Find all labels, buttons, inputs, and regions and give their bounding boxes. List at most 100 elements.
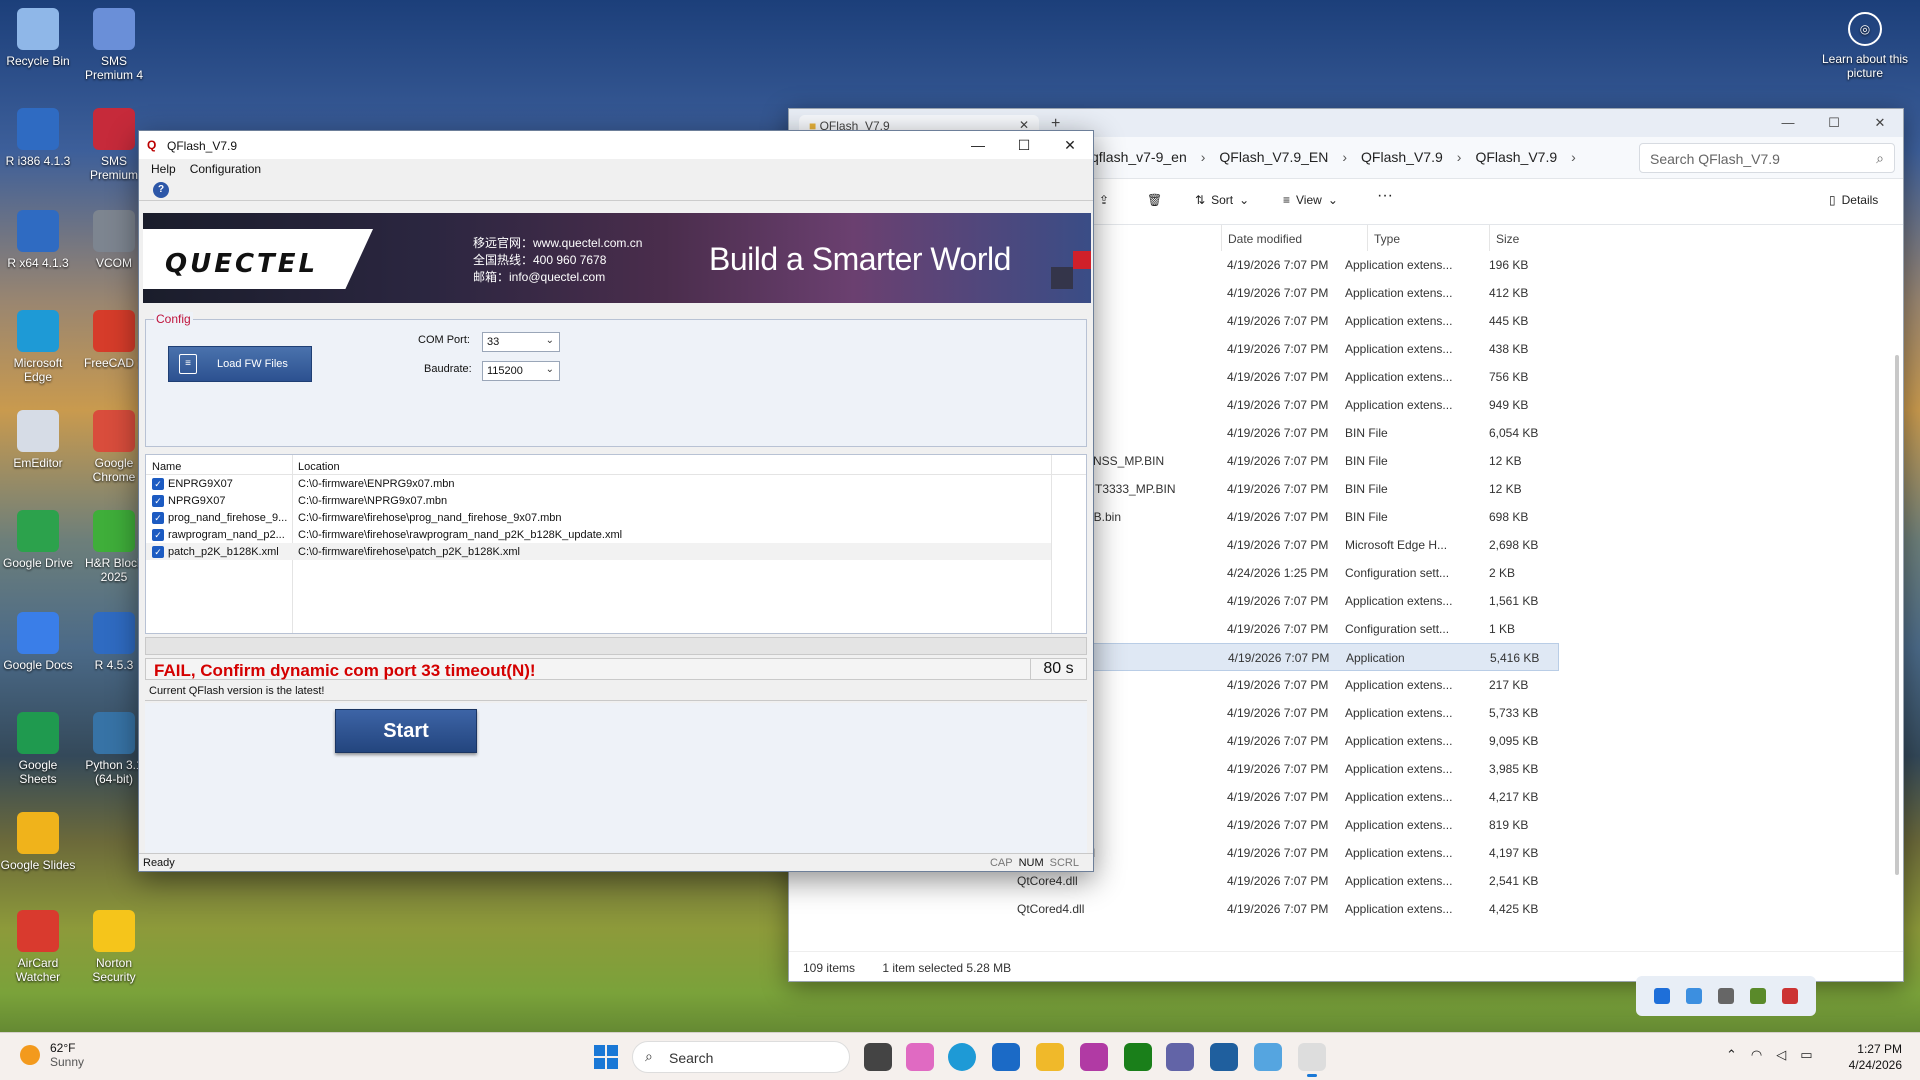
row-checkbox[interactable]: ✓: [152, 512, 164, 524]
xbox-icon[interactable]: [1124, 1043, 1152, 1071]
file-explorer-icon[interactable]: [1036, 1043, 1064, 1071]
copilot-icon[interactable]: [906, 1043, 934, 1071]
task-view-icon[interactable]: [864, 1043, 892, 1071]
load-fw-files-button[interactable]: ≡ Load FW Files: [168, 346, 312, 382]
breadcrumb-item[interactable]: qflash_v7-9_en: [1091, 149, 1187, 165]
close-button[interactable]: ✕: [1047, 131, 1093, 159]
table-row[interactable]: MT3333_MP.BIN 4/19/2026 7:07 PM BIN File 12…: [1085, 475, 1559, 503]
column-location[interactable]: Location: [298, 461, 340, 473]
table-row[interactable]: SNSS_MP.BIN 4/19/2026 7:07 PM BIN File 12 K…: [1085, 447, 1559, 475]
table-row[interactable]: in4/19/2026 7:07 PMBIN File6,054 KB: [1085, 419, 1559, 447]
app-icon[interactable]: [1686, 988, 1702, 1004]
table-row[interactable]: 4/19/2026 7:07 PM Application extens... 21…: [1089, 671, 1559, 699]
table-row[interactable]: 4/19/2026 7:07 PM Application extens... 1,…: [1089, 587, 1559, 615]
nvidia-icon[interactable]: [1750, 988, 1766, 1004]
share-icon[interactable]: ⇪: [1099, 193, 1109, 207]
battery-icon[interactable]: ▭: [1800, 1047, 1812, 1063]
table-row[interactable]: ✓ NPRG9X07 C:\0-firmware\NPRG9x07.mbn: [146, 492, 1051, 509]
row-checkbox[interactable]: ✓: [152, 546, 164, 558]
desktop-icon[interactable]: AirCard Watcher: [0, 910, 76, 984]
desktop-icon[interactable]: Norton Security: [76, 910, 152, 984]
desktop-icon[interactable]: EmEditor: [0, 410, 76, 470]
table-row[interactable]: ✓ ENPRG9X07 C:\0-firmware\ENPRG9x07.mbn: [146, 475, 1051, 492]
table-row[interactable]: 4/19/2026 7:07 PM Application extens... 3,…: [1089, 755, 1559, 783]
table-row[interactable]: 4/19/2026 7:07 PM Configuration sett... 1 …: [1089, 615, 1559, 643]
weather-widget[interactable]: 62°F Sunny: [20, 1041, 84, 1069]
table-row[interactable]: QtCore4.dll 4/19/2026 7:07 PM Application …: [1017, 867, 1559, 895]
desktop-icon[interactable]: R i386 4.1.3: [0, 108, 76, 168]
table-row[interactable]: 4/19/2026 7:07 PM Application extens... 41…: [1089, 279, 1559, 307]
desktop-icon[interactable]: R x64 4.1.3: [0, 210, 76, 270]
menu-help[interactable]: Help: [151, 162, 176, 176]
table-row[interactable]: 4/19/2026 7:07 PM Application extens... 75…: [1089, 363, 1559, 391]
desktop-icon[interactable]: Google Docs: [0, 612, 76, 672]
explorer-search-input[interactable]: Search QFlash_V7.9 ⌕: [1639, 143, 1895, 173]
table-row[interactable]: NB.bin 4/19/2026 7:07 PM BIN File 698 KB: [1085, 503, 1559, 531]
table-row[interactable]: QtCored4.dll 4/19/2026 7:07 PM Application…: [1017, 895, 1559, 923]
desktop-icon[interactable]: Microsoft Edge: [0, 310, 76, 384]
details-button[interactable]: ▯ Details: [1829, 193, 1878, 207]
wifi-icon[interactable]: ◠: [1751, 1047, 1762, 1063]
table-row[interactable]: 4/19/2026 7:07 PM Application extens... 43…: [1089, 335, 1559, 363]
table-row[interactable]: ✓ rawprogram_nand_p2... C:\0-firmware\fire…: [146, 526, 1051, 543]
notepad-icon[interactable]: [1210, 1043, 1238, 1071]
breadcrumb-item[interactable]: QFlash_V7.9: [1475, 149, 1557, 165]
table-row[interactable]: ✓ patch_p2K_b128K.xml C:\0-firmware\fireho…: [146, 543, 1051, 560]
table-row[interactable]: ✓ prog_nand_firehose_9... C:\0-firmware\fi…: [146, 509, 1051, 526]
bluetooth-icon[interactable]: [1654, 988, 1670, 1004]
baudrate-select[interactable]: 115200 ⌄: [482, 361, 560, 381]
delete-icon[interactable]: 🗑: [1147, 193, 1162, 207]
row-checkbox[interactable]: ✓: [152, 495, 164, 507]
maximize-button[interactable]: ☐: [1001, 131, 1047, 159]
app-icon[interactable]: [1254, 1043, 1282, 1071]
breadcrumb-item[interactable]: QFlash_V7.9_EN: [1219, 149, 1328, 165]
minimize-button[interactable]: —: [955, 131, 1001, 159]
desktop-icon[interactable]: SMS Premium 4: [76, 8, 152, 82]
table-row[interactable]: 4/19/2026 7:07 PM Application extens... 5,…: [1089, 699, 1559, 727]
table-row[interactable]: 4/19/2026 7:07 PM Application extens... 9,…: [1089, 727, 1559, 755]
table-row[interactable]: 4/19/2026 7:07 PM Application extens... 94…: [1089, 391, 1559, 419]
qflash-taskbar-icon[interactable]: [1298, 1043, 1326, 1077]
breadcrumb-item[interactable]: QFlash_V7.9: [1361, 149, 1443, 165]
edge-icon[interactable]: [948, 1043, 976, 1071]
table-row[interactable]: 4/19/2026 7:07 PM Application 5,416 KB: [1089, 643, 1559, 671]
table-row[interactable]: Qt5Widgets.dll4/19/2026 7:07 PMApplicati…: [1017, 839, 1559, 867]
table-row[interactable]: 4/19/2026 7:07 PM Application extens... 44…: [1089, 307, 1559, 335]
app-icon[interactable]: [1782, 988, 1798, 1004]
row-checkbox[interactable]: ✓: [152, 478, 164, 490]
learn-about-picture[interactable]: ◎ Learn about this picture: [1820, 12, 1910, 80]
start-button[interactable]: Start: [335, 709, 477, 753]
column-date[interactable]: Date modified: [1221, 225, 1361, 251]
desktop-icon[interactable]: Google Slides: [0, 812, 76, 872]
table-row[interactable]: 4/19/2026 7:07 PM Application extens... 19…: [1089, 251, 1559, 279]
clock[interactable]: 1:27 PM 4/24/2026: [1849, 1041, 1902, 1073]
teams-icon[interactable]: [1166, 1043, 1194, 1071]
sync-off-icon[interactable]: [1718, 988, 1734, 1004]
sort-button[interactable]: ⇅ Sort ⌄: [1195, 193, 1249, 207]
app-icon[interactable]: [1080, 1043, 1108, 1071]
scrollbar[interactable]: [1895, 355, 1899, 875]
start-menu-button[interactable]: [594, 1045, 618, 1069]
desktop-icon[interactable]: Google Drive: [0, 510, 76, 570]
column-type[interactable]: Type: [1367, 225, 1487, 251]
table-row[interactable]: 4/19/2026 7:07 PM Microsoft Edge H... 2,69…: [1089, 531, 1559, 559]
table-row[interactable]: 4/19/2026 7:07 PM Application extens... 81…: [1089, 811, 1559, 839]
minimize-button[interactable]: —: [1765, 109, 1811, 137]
desktop-icon[interactable]: Recycle Bin: [0, 8, 76, 68]
row-checkbox[interactable]: ✓: [152, 529, 164, 541]
more-button[interactable]: ···: [1377, 187, 1393, 205]
taskbar-search[interactable]: ⌕ Search: [632, 1041, 850, 1073]
table-row[interactable]: 4/24/2026 1:25 PM Configuration sett... 2 …: [1089, 559, 1559, 587]
com-port-select[interactable]: 33 ⌄: [482, 332, 560, 352]
close-button[interactable]: ✕: [1857, 109, 1903, 137]
view-button[interactable]: ≡ View ⌄: [1283, 193, 1338, 207]
desktop-icon[interactable]: Google Sheets: [0, 712, 76, 786]
column-size[interactable]: Size: [1489, 225, 1555, 251]
volume-icon[interactable]: ◁: [1776, 1047, 1786, 1063]
chevron-up-icon[interactable]: ⌃: [1726, 1047, 1737, 1063]
maximize-button[interactable]: ☐: [1811, 109, 1857, 137]
menu-configuration[interactable]: Configuration: [190, 162, 261, 176]
table-row[interactable]: 4/19/2026 7:07 PM Application extens... 4,…: [1089, 783, 1559, 811]
outlook-icon[interactable]: [992, 1043, 1020, 1071]
help-icon[interactable]: ?: [153, 182, 169, 198]
